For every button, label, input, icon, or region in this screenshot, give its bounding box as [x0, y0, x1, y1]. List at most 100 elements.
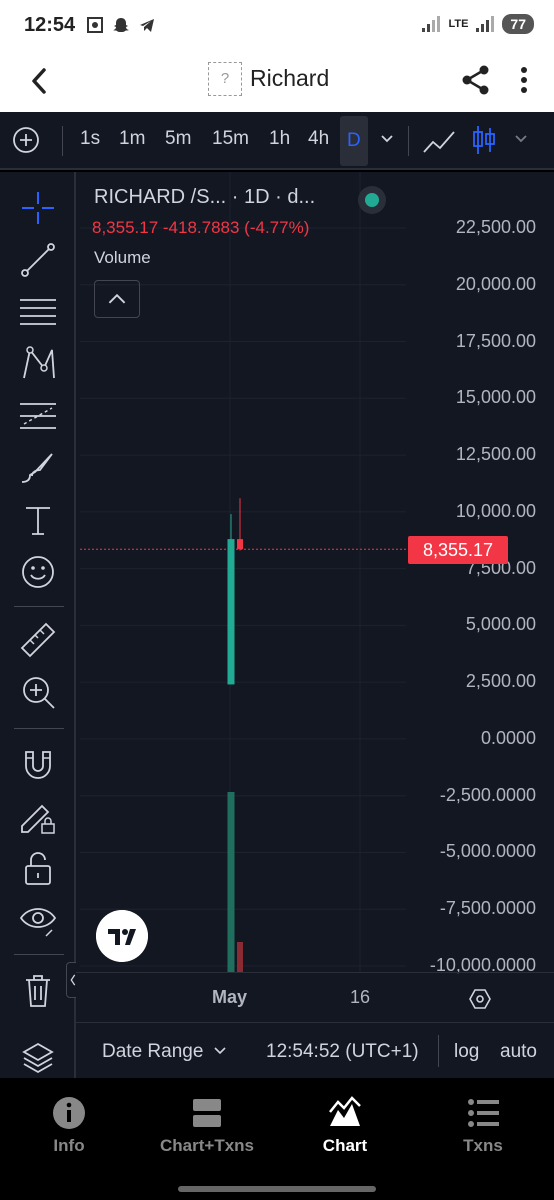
unlock-icon[interactable] [18, 848, 58, 888]
trend-line-icon[interactable] [18, 240, 58, 280]
price-tick-label: 5,000.00 [465, 614, 536, 635]
timezone-clock[interactable]: 12:54:52 (UTC+1) [266, 1041, 419, 1063]
timeframe-1s[interactable]: 1s [80, 128, 100, 150]
system-icons: LTE 77 [422, 14, 534, 34]
auto-scale-toggle[interactable]: auto [500, 1041, 537, 1063]
split-icon [193, 1099, 221, 1127]
time-label-16: 16 [350, 987, 371, 1007]
price-tick-label: -2,500.0000 [439, 784, 536, 805]
list-icon [468, 1099, 499, 1127]
price-tick-label: 15,000.00 [455, 387, 536, 408]
tools-divider [14, 728, 64, 729]
range-divider [438, 1035, 439, 1067]
chart-icon [329, 1096, 361, 1126]
nav-label: Chart [322, 1136, 368, 1155]
price-tick-label: 22,500.00 [455, 217, 536, 237]
candle-body [227, 539, 235, 685]
chart-canvas[interactable] [76, 172, 554, 1022]
date-range-button[interactable]: Date Range [102, 1041, 203, 1063]
candle-chart-type-icon[interactable] [472, 124, 496, 156]
token-logo-placeholder: ? [208, 62, 242, 96]
signal-icon-2 [476, 16, 495, 32]
line-chart-type-icon[interactable] [422, 126, 456, 156]
price-tick-label: -5,000.0000 [439, 841, 536, 862]
bottom-navigation: Info Chart+Txns Chart Txns [0, 1078, 554, 1200]
tools-divider [14, 606, 64, 607]
lock-drawings-icon[interactable] [18, 796, 58, 836]
page-title: Richard [250, 65, 330, 91]
time-label-may: May [212, 987, 248, 1007]
magnet-icon[interactable] [18, 744, 58, 784]
pattern-icon[interactable] [18, 344, 58, 384]
price-tick-label: 12,500.00 [455, 444, 536, 465]
last-price-label: 8,355.17 [408, 536, 508, 564]
fib-retracement-icon[interactable] [18, 292, 58, 332]
text-tool-icon[interactable] [18, 500, 58, 540]
timeframe-1h[interactable]: 1h [269, 128, 290, 150]
price-tick-label: 20,000.00 [455, 273, 536, 294]
nav-label: Chart+Txns [160, 1136, 254, 1155]
emoji-icon[interactable] [18, 552, 58, 592]
timeframe-dropdown-icon[interactable] [380, 134, 394, 144]
price-tick-label: 0.0000 [480, 727, 536, 748]
price-tick-label: -7,500.0000 [439, 898, 536, 919]
status-bar: 12:54 LTE 77 [0, 0, 554, 52]
toolbar-divider [408, 126, 409, 156]
legend-symbol[interactable]: RICHARD /S... · 1D · d... [94, 186, 315, 209]
status-time: 12:54 [24, 14, 76, 36]
prediction-icon[interactable] [18, 396, 58, 436]
screenshot-icon [87, 17, 103, 33]
telegram-icon [140, 19, 154, 32]
signal-icon [422, 16, 441, 32]
zoom-in-icon[interactable] [18, 672, 58, 712]
legend-ohlc-values: 8,355.17 -418.7883 (-4.77%) [92, 218, 310, 237]
tools-divider [14, 954, 64, 955]
nav-chart-txns[interactable]: Chart+Txns [138, 1096, 276, 1156]
share-icon[interactable] [460, 64, 492, 96]
toolbar-divider [62, 126, 63, 156]
chart-type-dropdown-icon[interactable] [514, 134, 528, 144]
layers-icon[interactable] [18, 1038, 58, 1078]
chevron-down-icon[interactable] [214, 1047, 226, 1055]
live-status-dot [358, 186, 386, 214]
app-header: ? Richard [0, 52, 554, 112]
tradingview-logo-icon[interactable] [96, 910, 148, 962]
timeframe-1m[interactable]: 1m [119, 128, 145, 150]
network-type: LTE [448, 18, 469, 30]
price-chart[interactable]: RICHARD /S... · 1D · d... 8,355.17 -418.… [76, 172, 554, 1022]
visibility-icon[interactable] [18, 900, 58, 940]
back-arrow-icon[interactable] [24, 64, 58, 98]
notification-icons [86, 16, 156, 34]
price-tick-label: 2,500.00 [465, 671, 536, 692]
timeframe-4h[interactable]: 4h [308, 128, 329, 150]
nav-info[interactable]: Info [0, 1096, 138, 1156]
drawing-tools-panel [0, 172, 80, 1078]
price-tick-label: 17,500.00 [455, 330, 536, 351]
brush-icon[interactable] [18, 448, 58, 488]
candle-body [237, 539, 243, 550]
add-indicator-icon[interactable] [12, 126, 40, 154]
info-icon [53, 1097, 85, 1129]
nav-txns[interactable]: Txns [414, 1096, 552, 1156]
battery-level: 77 [502, 14, 534, 34]
timeframe-15m[interactable]: 15m [212, 128, 249, 150]
home-indicator[interactable] [178, 1186, 376, 1192]
log-scale-toggle[interactable]: log [454, 1041, 479, 1063]
legend-volume-label[interactable]: Volume [94, 248, 151, 268]
more-vertical-icon[interactable] [514, 64, 534, 96]
chart-settings-icon[interactable] [468, 987, 492, 1011]
range-bar: Date Range 12:54:52 (UTC+1) log auto [76, 1022, 554, 1078]
chart-toolbar: 1s 1m 5m 15m 1h 4h D [0, 112, 554, 170]
volume-bar [237, 942, 243, 972]
price-tick-label: 10,000.00 [455, 500, 536, 521]
nav-chart[interactable]: Chart [276, 1096, 414, 1156]
ruler-icon[interactable] [18, 620, 58, 660]
time-axis[interactable]: May 16 [76, 972, 554, 1022]
trash-icon[interactable] [18, 970, 58, 1010]
crosshair-icon[interactable] [18, 188, 58, 228]
timeframe-D[interactable]: D [340, 116, 368, 166]
timeframe-5m[interactable]: 5m [165, 128, 191, 150]
snapchat-icon [113, 18, 129, 32]
legend-collapse-icon[interactable] [94, 280, 140, 318]
volume-bar [227, 792, 235, 972]
